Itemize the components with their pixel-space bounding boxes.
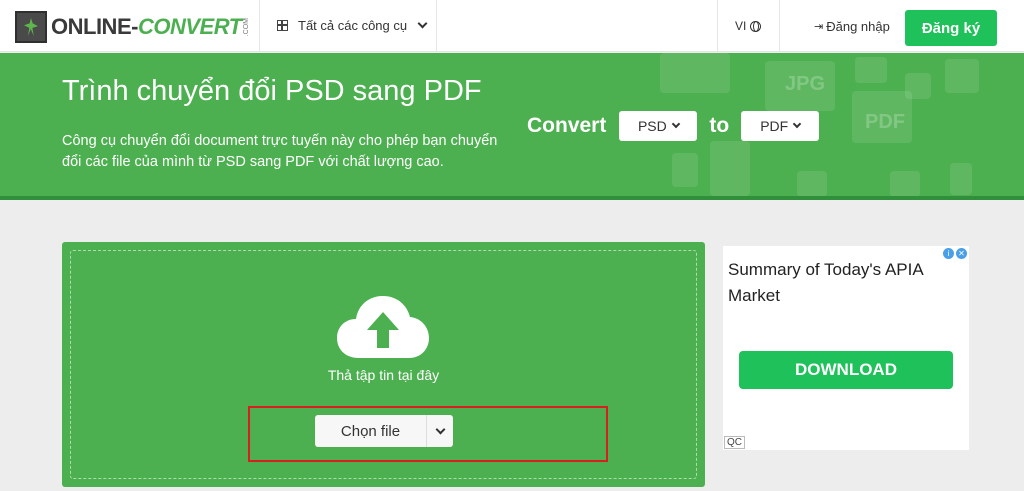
logo-suffix: .COM [242,17,250,37]
login-label: Đăng nhập [826,19,890,34]
login-link[interactable]: ⇥ Đăng nhập [814,19,890,34]
font-decoration-icon [950,163,972,195]
source-format-select[interactable]: PSD [619,111,698,141]
image-decoration-icon [855,57,887,83]
drop-files-text: Thả tập tin tại đây [327,367,440,383]
top-header: ONLINE-CONVERT .COM Tất cả các công cụ V… [0,0,1024,52]
hero-bottom-border [0,196,1024,200]
ad-download-button[interactable]: DOWNLOAD [739,351,953,389]
chart-decoration-icon [945,59,979,93]
target-format-value: PDF [760,118,789,134]
all-tools-label: Tất cả các công cụ [298,18,408,33]
doc-decoration-icon [797,171,827,197]
ad-label: QC [724,436,745,449]
pdf-decoration-label: PDF [865,111,905,133]
jpg-decoration-label: JPG [785,73,826,95]
language-label: VI [735,19,747,33]
advertisement[interactable]: i ✕ Summary of Today's APIA Market DOWNL… [723,246,969,450]
sign-in-icon: ⇥ [814,21,824,33]
png-decoration-icon [672,153,698,187]
ad-title[interactable]: Summary of Today's APIA Market [728,257,966,309]
signup-button[interactable]: Đăng ký [905,10,997,46]
cloud-upload-icon [337,296,429,358]
highlight-box [248,406,608,462]
logo-text: ONLINE-CONVERT [51,14,242,39]
to-label: to [709,114,730,137]
target-format-select[interactable]: PDF [741,111,820,141]
file-decoration-icon [905,73,931,99]
globe-icon [750,20,762,32]
all-tools-menu[interactable]: Tất cả các công cụ [277,18,428,33]
logo-icon [15,11,47,43]
language-selector[interactable]: VI [735,19,762,33]
file-decoration-icon [890,171,920,197]
mail-decoration-icon [660,53,730,93]
convert-label: Convert [527,114,607,137]
grid-icon [277,20,288,31]
chevron-down-icon [671,119,680,129]
format-selector-row: Convert PSD to PDF [527,111,820,141]
source-format-value: PSD [637,118,667,134]
chevron-down-icon [792,119,802,129]
file-decoration-icon [710,141,750,196]
page-title: Trình chuyển đổi PSD sang PDF [62,75,482,107]
header-divider [259,0,260,52]
hero-banner: JPG PDF Trình chuyển đổi PSD sang PDF Cô… [0,53,1024,200]
page-description: Công cụ chuyển đổi document trực tuyến n… [62,133,498,170]
header-divider [436,0,437,52]
chevron-down-icon [417,18,428,29]
site-logo[interactable]: ONLINE-CONVERT .COM [15,11,250,43]
header-divider [779,0,780,52]
header-divider [717,0,718,52]
